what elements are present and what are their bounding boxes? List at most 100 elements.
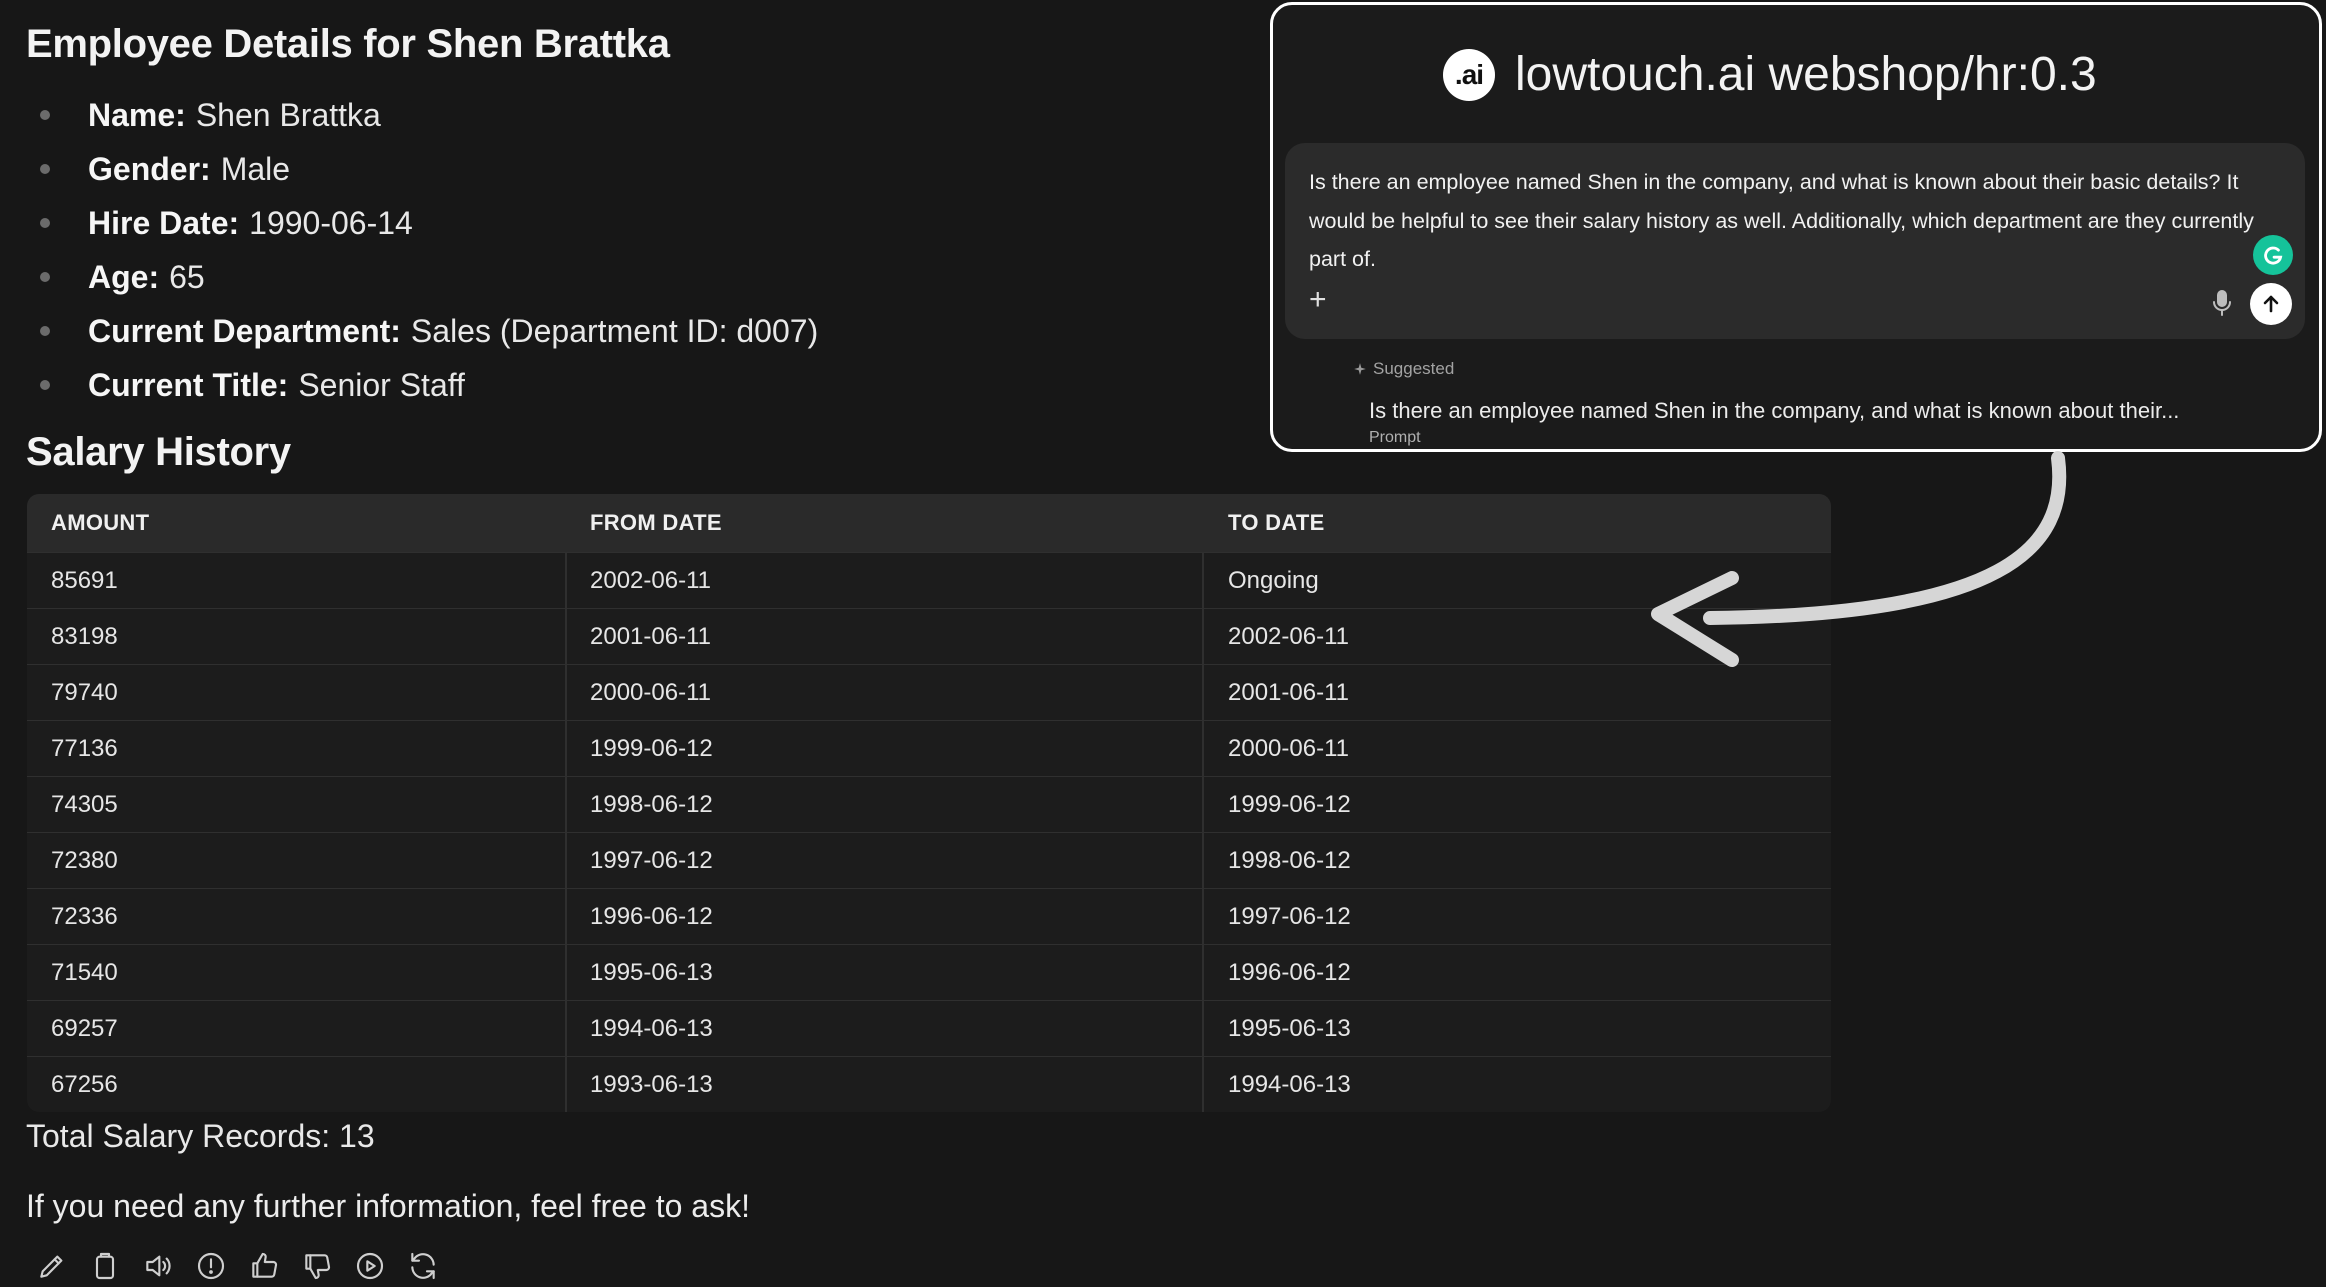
table-row: 67256 1993-06-13 1994-06-13 <box>27 1056 1831 1112</box>
to-date-cell: 1998-06-12 <box>1228 847 1351 874</box>
add-attachment-icon[interactable]: + <box>1309 285 1327 315</box>
table-row: 85691 2002-06-11 Ongoing <box>27 552 1831 609</box>
to-date-cell: 1997-06-12 <box>1228 903 1351 930</box>
employee-details-list: Name: Shen Brattka Gender: Male Hire Dat… <box>26 88 1226 412</box>
column-header-from-date[interactable]: FROM DATE <box>590 494 722 552</box>
amount-cell: 72336 <box>51 903 118 930</box>
detail-label: Current Department: <box>88 312 401 349</box>
amount-cell: 79740 <box>51 679 118 706</box>
thumbs-up-icon[interactable] <box>248 1250 280 1282</box>
bullet <box>40 110 50 120</box>
amount-cell: 83198 <box>51 623 118 650</box>
speaker-icon[interactable] <box>142 1250 174 1282</box>
salary-history-heading: Salary History <box>26 430 291 474</box>
detail-value: Shen Brattka <box>195 96 381 133</box>
detail-department: Current Department: Sales (Department ID… <box>26 304 1226 358</box>
column-header-amount[interactable]: AMOUNT <box>51 494 149 552</box>
detail-value: 65 <box>169 258 205 295</box>
amount-cell: 74305 <box>51 791 118 818</box>
grammarly-icon[interactable] <box>2253 235 2293 275</box>
to-date-cell: 1994-06-13 <box>1228 1071 1351 1098</box>
send-button[interactable] <box>2250 283 2292 325</box>
from-date-cell: 1993-06-13 <box>590 1071 713 1098</box>
to-date-cell: 2001-06-11 <box>1228 679 1349 706</box>
detail-label: Age: <box>88 258 160 295</box>
popup-header: .ai lowtouch.ai webshop/hr:0.3 <box>1443 47 2097 102</box>
from-date-cell: 1995-06-13 <box>590 959 713 986</box>
detail-label: Name: <box>88 96 186 133</box>
amount-cell: 72380 <box>51 847 118 874</box>
detail-hire-date: Hire Date: 1990-06-14 <box>26 196 1226 250</box>
table-row: 72380 1997-06-12 1998-06-12 <box>27 832 1831 889</box>
from-date-cell: 1994-06-13 <box>590 1015 713 1042</box>
detail-label: Gender: <box>88 150 211 187</box>
total-records: Total Salary Records: 13 <box>26 1118 375 1154</box>
table-row: 69257 1994-06-13 1995-06-13 <box>27 1000 1831 1057</box>
from-date-cell: 2000-06-11 <box>590 679 711 706</box>
table-row: 72336 1996-06-12 1997-06-12 <box>27 888 1831 945</box>
table-row: 77136 1999-06-12 2000-06-11 <box>27 720 1831 777</box>
from-date-cell: 1996-06-12 <box>590 903 713 930</box>
to-date-cell: 2002-06-11 <box>1228 623 1349 650</box>
from-date-cell: 1998-06-12 <box>590 791 713 818</box>
detail-value: Senior Staff <box>298 366 465 403</box>
lowtouch-logo: .ai <box>1443 48 1495 101</box>
bullet <box>40 380 50 390</box>
sparkle-icon <box>1354 363 1366 375</box>
annotation-arrow <box>1651 451 2067 667</box>
column-header-to-date[interactable]: TO DATE <box>1228 494 1325 552</box>
info-icon[interactable] <box>195 1250 227 1282</box>
thumbs-down-icon[interactable] <box>301 1250 333 1282</box>
play-icon[interactable] <box>354 1250 386 1282</box>
salary-table: AMOUNT FROM DATE TO DATE 85691 2002-06-11… <box>27 494 1831 1112</box>
detail-label: Current Title: <box>88 366 289 403</box>
prompt-text[interactable]: Is there an employee named Shen in the c… <box>1309 163 2274 279</box>
edit-icon[interactable] <box>36 1250 68 1282</box>
regenerate-icon[interactable] <box>407 1250 439 1282</box>
arrow-up-icon <box>2263 295 2279 313</box>
table-header: AMOUNT FROM DATE TO DATE <box>27 494 1831 552</box>
table-row: 71540 1995-06-13 1996-06-12 <box>27 944 1831 1001</box>
bullet <box>40 272 50 282</box>
suggested-label-text: Suggested <box>1373 359 1455 378</box>
suggested-prompt-type: Prompt <box>1369 429 1421 446</box>
table-row: 74305 1998-06-12 1999-06-12 <box>27 776 1831 833</box>
message-actions <box>36 1250 439 1282</box>
from-date-cell: 2002-06-11 <box>590 567 711 594</box>
to-date-cell: Ongoing <box>1228 567 1319 594</box>
bullet <box>40 164 50 174</box>
amount-cell: 77136 <box>51 735 118 762</box>
bullet <box>40 326 50 336</box>
prompt-input-box[interactable]: Is there an employee named Shen in the c… <box>1285 143 2305 339</box>
from-date-cell: 2001-06-11 <box>590 623 711 650</box>
suggested-label: Suggested <box>1353 359 1454 379</box>
bullet <box>40 218 50 228</box>
employee-details-heading: Employee Details for Shen Brattka <box>26 22 670 66</box>
microphone-icon[interactable] <box>2211 289 2233 317</box>
detail-title: Current Title: Senior Staff <box>26 358 1226 412</box>
copy-icon[interactable] <box>89 1250 121 1282</box>
to-date-cell: 2000-06-11 <box>1228 735 1349 762</box>
detail-gender: Gender: Male <box>26 142 1226 196</box>
detail-label: Hire Date: <box>88 204 240 241</box>
amount-cell: 71540 <box>51 959 118 986</box>
table-row: 79740 2000-06-11 2001-06-11 <box>27 664 1831 721</box>
popup-title: lowtouch.ai webshop/hr:0.3 <box>1515 48 2097 101</box>
to-date-cell: 1999-06-12 <box>1228 791 1351 818</box>
table-row: 83198 2001-06-11 2002-06-11 <box>27 608 1831 665</box>
suggested-prompt[interactable]: Is there an employee named Shen in the c… <box>1369 398 2179 424</box>
detail-value: Male <box>220 150 291 187</box>
detail-name: Name: Shen Brattka <box>26 88 1226 142</box>
from-date-cell: 1999-06-12 <box>590 735 713 762</box>
detail-value: Sales (Department ID: d007) <box>410 312 819 349</box>
amount-cell: 67256 <box>51 1071 118 1098</box>
chat-prompt-popup: .ai lowtouch.ai webshop/hr:0.3 Is there … <box>1270 2 2322 452</box>
to-date-cell: 1996-06-12 <box>1228 959 1351 986</box>
amount-cell: 69257 <box>51 1015 118 1042</box>
closing-message: If you need any further information, fee… <box>26 1188 750 1224</box>
amount-cell: 85691 <box>51 567 118 594</box>
detail-value: 1990-06-14 <box>249 204 413 241</box>
from-date-cell: 1997-06-12 <box>590 847 713 874</box>
to-date-cell: 1995-06-13 <box>1228 1015 1351 1042</box>
detail-age: Age: 65 <box>26 250 1226 304</box>
